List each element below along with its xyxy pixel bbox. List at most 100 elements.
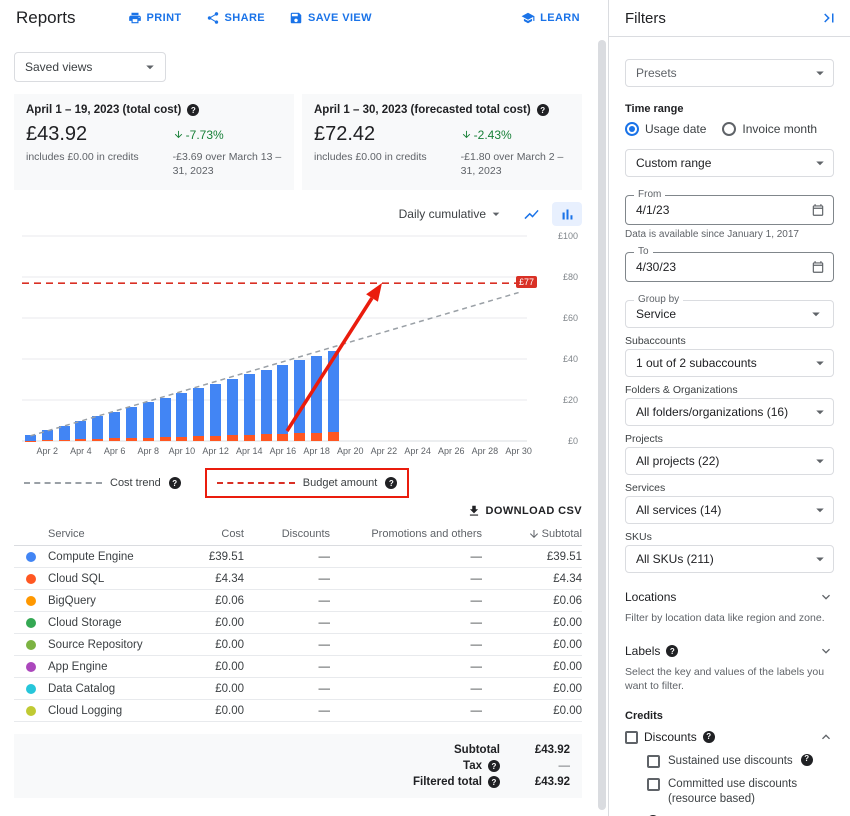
labels-title: Labels xyxy=(625,644,660,658)
filtered-total-help-icon[interactable]: ? xyxy=(488,776,500,788)
bar-chart-toggle[interactable] xyxy=(552,202,582,226)
legend-cost-trend: Cost trend ? xyxy=(24,477,181,489)
service-subtotal: £0.00 xyxy=(482,639,582,651)
credit-item-label: Committed use discounts (resource based) xyxy=(668,777,818,807)
col-service[interactable]: Service xyxy=(48,528,178,540)
chart-mode-dropdown[interactable]: Daily cumulative xyxy=(399,206,504,222)
presets-select[interactable]: Presets xyxy=(625,59,834,87)
x-axis-tick: Apr 28 xyxy=(472,446,499,456)
col-promotions[interactable]: Promotions and others xyxy=(330,528,482,540)
service-promotions: — xyxy=(330,595,482,607)
service-subtotal: £4.34 xyxy=(482,573,582,585)
to-label: To xyxy=(634,246,653,257)
service-cost: £0.06 xyxy=(178,595,244,607)
help-icon[interactable]: ? xyxy=(703,731,715,743)
print-button[interactable]: PRINT xyxy=(128,11,182,25)
service-promotions: — xyxy=(330,573,482,585)
col-subtotal[interactable]: Subtotal xyxy=(482,528,582,540)
expand-icon[interactable] xyxy=(818,643,834,659)
collapse-panel-button[interactable] xyxy=(820,9,838,27)
help-icon[interactable]: ? xyxy=(187,104,199,116)
help-icon[interactable]: ? xyxy=(801,754,813,766)
download-icon xyxy=(467,504,481,518)
total-cost-amount: £43.92 xyxy=(26,123,139,146)
to-date-field[interactable]: To 4/30/23 xyxy=(625,252,834,282)
radio-selected-icon xyxy=(625,122,639,136)
filtered-total-row: Filtered total ? £43.92 xyxy=(26,776,570,788)
help-icon[interactable]: ? xyxy=(385,477,397,489)
forecast-cost-credits-note: includes £0.00 in credits xyxy=(314,151,427,178)
download-csv-button[interactable]: DOWNLOAD CSV xyxy=(467,504,582,518)
collapse-panel-icon xyxy=(820,9,838,27)
save-view-icon xyxy=(289,11,303,25)
save-view-label: SAVE VIEW xyxy=(308,12,372,24)
projects-select[interactable]: All projects (22) xyxy=(625,447,834,475)
y-axis: £0£20£40£60£80£100 xyxy=(532,236,578,441)
service-color-dot xyxy=(26,706,36,716)
service-table-row: Data Catalog£0.00——£0.00 xyxy=(14,678,582,700)
service-cost: £4.34 xyxy=(178,573,244,585)
cost-table: Service Cost Discounts Promotions and ot… xyxy=(14,522,582,722)
discounts-label: Discounts xyxy=(644,730,697,744)
to-value: 4/30/23 xyxy=(636,260,676,274)
checkbox[interactable] xyxy=(647,755,660,768)
main-scrollbar[interactable] xyxy=(596,0,608,816)
sort-desc-icon xyxy=(528,528,540,540)
time-range-radio-group: Usage date Invoice month xyxy=(625,122,834,136)
forecast-cost-comparison: -£1.80 over March 2 – 31, 2023 xyxy=(427,151,570,178)
subtotal-label: Subtotal xyxy=(454,744,500,756)
discounts-checkbox[interactable] xyxy=(625,731,638,744)
labels-section-header[interactable]: Labels ? xyxy=(625,643,834,659)
dropdown-arrow-icon xyxy=(811,501,829,519)
checkbox[interactable] xyxy=(647,778,660,791)
radio-usage-date[interactable]: Usage date xyxy=(625,122,706,136)
forecast-cost-delta: -2.43% xyxy=(427,128,570,142)
group-by-select[interactable]: Group by Service xyxy=(625,300,834,328)
budget-amount-label: Budget amount xyxy=(303,477,378,489)
total-cost-credits-note: includes £0.00 in credits xyxy=(26,151,139,178)
help-icon[interactable]: ? xyxy=(169,477,181,489)
tax-help-icon[interactable]: ? xyxy=(488,760,500,772)
calendar-icon[interactable] xyxy=(811,203,825,217)
locations-section-header[interactable]: Locations xyxy=(625,589,834,605)
discounts-row: Discounts ? xyxy=(625,729,834,745)
radio-invoice-month[interactable]: Invoice month xyxy=(722,122,817,136)
table-body: Compute Engine£39.51——£39.51Cloud SQL£4.… xyxy=(14,546,582,722)
help-icon[interactable]: ? xyxy=(666,645,678,657)
subaccounts-select[interactable]: 1 out of 2 subaccounts xyxy=(625,349,834,377)
learn-link[interactable]: LEARN xyxy=(521,11,580,25)
x-axis-tick: Apr 26 xyxy=(438,446,465,456)
filters-header: Filters xyxy=(609,0,850,37)
calendar-icon[interactable] xyxy=(811,260,825,274)
saved-views-dropdown[interactable]: Saved views xyxy=(14,52,166,82)
service-promotions: — xyxy=(330,705,482,717)
radio-unselected-icon xyxy=(722,122,736,136)
collapse-icon[interactable] xyxy=(818,729,834,745)
services-select[interactable]: All services (14) xyxy=(625,496,834,524)
y-axis-tick: £100 xyxy=(558,231,578,241)
line-chart-toggle[interactable] xyxy=(516,202,546,226)
y-axis-tick: £20 xyxy=(563,395,578,405)
services-label: Services xyxy=(625,482,834,494)
radio-label: Usage date xyxy=(645,122,706,136)
from-label: From xyxy=(634,189,665,200)
from-date-field[interactable]: From 4/1/23 xyxy=(625,195,834,225)
folders-organizations-select[interactable]: All folders/organizations (16) xyxy=(625,398,834,426)
y-axis-tick: £60 xyxy=(563,313,578,323)
service-name: Cloud Logging xyxy=(48,705,178,717)
y-axis-tick: £80 xyxy=(563,272,578,282)
scrollbar-thumb[interactable] xyxy=(598,40,606,810)
share-button[interactable]: SHARE xyxy=(206,11,266,25)
col-discounts[interactable]: Discounts xyxy=(244,528,330,540)
save-view-button[interactable]: SAVE VIEW xyxy=(289,11,372,25)
skus-select[interactable]: All SKUs (211) xyxy=(625,545,834,573)
help-icon[interactable]: ? xyxy=(537,104,549,116)
filtered-total-value: £43.92 xyxy=(506,776,570,788)
range-type-select[interactable]: Custom range xyxy=(625,149,834,177)
service-cost: £39.51 xyxy=(178,551,244,563)
expand-icon[interactable] xyxy=(818,589,834,605)
service-subtotal: £0.00 xyxy=(482,661,582,673)
col-cost[interactable]: Cost xyxy=(178,528,244,540)
print-icon xyxy=(128,11,142,25)
summary-cards: April 1 – 19, 2023 (total cost) ? £43.92… xyxy=(14,94,582,190)
